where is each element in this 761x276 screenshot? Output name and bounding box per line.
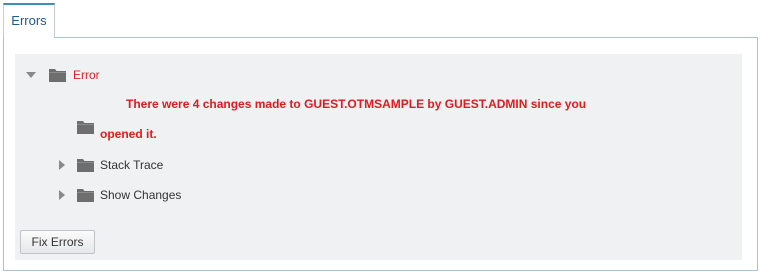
folder-icon: [77, 188, 94, 202]
tree-node-show-changes[interactable]: Show Changes: [59, 188, 181, 202]
folder-icon: [77, 120, 94, 134]
expand-arrow-right-icon[interactable]: [59, 190, 65, 200]
folder-icon: [77, 158, 94, 172]
error-message-folder: [77, 120, 94, 134]
tree-node-error[interactable]: Error: [26, 68, 100, 82]
error-message-text-2: opened it.: [100, 127, 157, 141]
errors-panel: Error There were 4 changes made to GUEST…: [3, 37, 758, 271]
tree-node-stack-trace[interactable]: Stack Trace: [59, 158, 163, 172]
error-message-line1: There were 4 changes made to GUEST.OTMSA…: [126, 97, 586, 111]
expand-arrow-down-icon[interactable]: [26, 72, 36, 78]
tree-node-show-changes-label: Show Changes: [100, 188, 182, 202]
tab-errors-label: Errors: [11, 13, 47, 28]
fix-errors-button[interactable]: Fix Errors: [20, 230, 95, 254]
tree-node-error-label: Error: [73, 68, 100, 82]
tab-errors[interactable]: Errors: [3, 3, 55, 38]
expand-arrow-right-icon[interactable]: [59, 160, 65, 170]
error-message-text-1: There were 4 changes made to GUEST.OTMSA…: [126, 97, 587, 111]
folder-icon: [49, 68, 66, 82]
tree-node-stack-trace-label: Stack Trace: [100, 158, 164, 172]
error-message-line2: opened it.: [100, 127, 157, 141]
error-tree-container: Error There were 4 changes made to GUEST…: [15, 54, 742, 260]
